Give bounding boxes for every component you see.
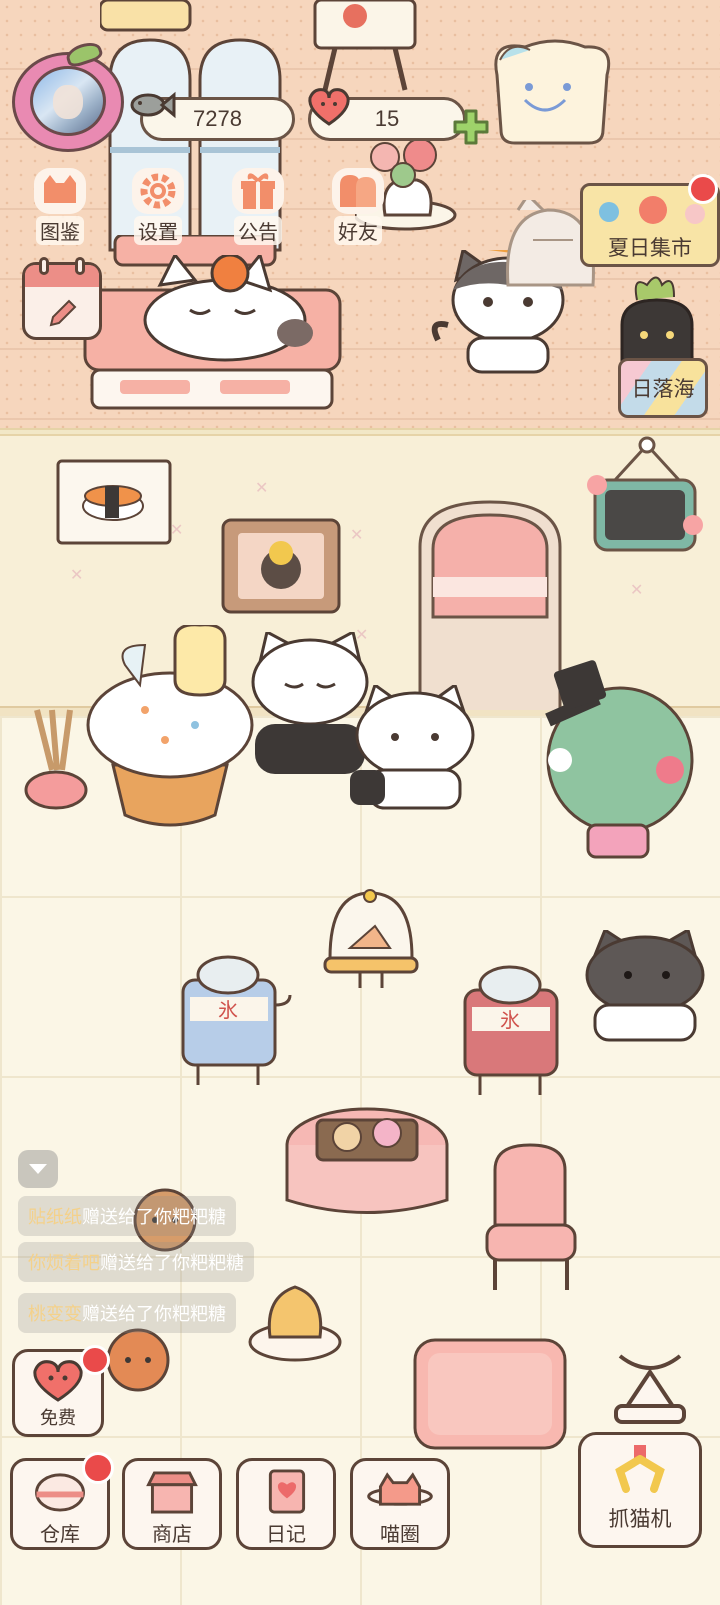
- bunny-chalkboard: [587, 436, 703, 552]
- claw-machine-top: [614, 1354, 686, 1424]
- svg-text:氷: 氷: [500, 1009, 520, 1032]
- bear-portrait: [221, 518, 341, 614]
- calendar-ring: [75, 257, 85, 275]
- catalog-button[interactable]: 图鉴: [20, 168, 100, 248]
- sparkle-decoration: ✕: [255, 478, 269, 497]
- parfait-cup: [248, 1285, 342, 1362]
- notification-badge: [688, 174, 718, 204]
- cat-circle-label: 喵圈: [380, 1524, 420, 1546]
- chat-message: 桃变变 赠送给了你粑粑糖: [18, 1293, 236, 1333]
- chat-text: 赠送给了你粑粑糖: [82, 1207, 226, 1227]
- pencil-icon: [49, 299, 77, 327]
- ice-machine-red: 氷: [463, 965, 559, 1095]
- sunset-sea-label: 日落海: [631, 378, 695, 401]
- chat-sender: 贴纸纸: [28, 1207, 82, 1227]
- pink-chair: [485, 1143, 577, 1290]
- chat-message: 你烦着吧 赠送给了你粑粑糖: [18, 1242, 254, 1282]
- notification-badge: [82, 1452, 114, 1484]
- cat-book-icon: [34, 168, 86, 214]
- friends-label: 好友: [334, 216, 382, 245]
- fish-icon: [130, 91, 176, 119]
- claw-machine-label: 抓猫机: [608, 1508, 672, 1531]
- sunset-sea-sign[interactable]: 日落海: [618, 358, 708, 418]
- settings-button[interactable]: 设置: [118, 168, 198, 248]
- chat-text: 赠送给了你粑粑糖: [100, 1253, 244, 1273]
- announcement-button[interactable]: 公告: [218, 168, 298, 248]
- pencil-pot: [24, 709, 88, 810]
- summer-market-label: 夏日集市: [608, 237, 692, 260]
- sparkle-decoration: ✕: [350, 525, 364, 544]
- chat-sender: 桃变变: [28, 1304, 82, 1324]
- svg-text:氷: 氷: [218, 999, 238, 1022]
- dark-cat-lying: [585, 930, 705, 1042]
- pink-rug: [413, 1338, 567, 1450]
- diary-label: 日记: [266, 1524, 306, 1546]
- warehouse-label: 仓库: [40, 1524, 80, 1546]
- settings-label: 设置: [134, 216, 182, 245]
- ice-machine-blue: 氷: [181, 955, 292, 1085]
- diary-button[interactable]: 日记: [236, 1458, 336, 1550]
- sparkle-decoration: ✕: [70, 565, 84, 584]
- announcement-label: 公告: [234, 216, 282, 245]
- calendar-button[interactable]: [22, 257, 102, 340]
- catalog-label: 图鉴: [36, 216, 84, 245]
- shop-label: 商店: [152, 1524, 192, 1546]
- white-cat-sitting: [350, 685, 475, 810]
- heart-icon: [308, 88, 350, 126]
- gear-icon: [132, 168, 184, 214]
- gift-icon: [232, 168, 284, 214]
- add-hearts-button[interactable]: [452, 108, 490, 146]
- sparkle-decoration: ✕: [630, 580, 644, 599]
- notification-badge: [80, 1345, 110, 1375]
- cat-planet-icon: [367, 1472, 433, 1506]
- shop-button[interactable]: 商店: [122, 1458, 222, 1550]
- friends-button[interactable]: 好友: [318, 168, 398, 248]
- diary-icon: [268, 1469, 306, 1514]
- avatar-image: [30, 66, 106, 136]
- fish-count: 7278: [193, 106, 242, 131]
- heart-count: 15: [374, 106, 400, 131]
- easel-painting: [313, 0, 417, 91]
- shop-icon: [146, 1471, 198, 1514]
- pineapple-cat: [620, 276, 694, 367]
- chat-sender: 你烦着吧: [28, 1253, 100, 1273]
- sushi-poster: [56, 459, 172, 545]
- chat-message: 贴纸纸 赠送给了你粑粑糖: [18, 1196, 236, 1236]
- cake-dome: [323, 889, 419, 988]
- free-label: 免费: [40, 1408, 76, 1428]
- tophat-plant: [545, 660, 694, 859]
- donut-table: [285, 1107, 449, 1214]
- player-avatar[interactable]: [12, 38, 124, 152]
- calendar-ring: [39, 257, 49, 275]
- toast-cushion: [494, 39, 611, 145]
- chat-toggle-button[interactable]: [18, 1150, 58, 1188]
- calendar-header: [25, 265, 99, 287]
- chat-text: 赠送给了你粑粑糖: [82, 1304, 226, 1324]
- sleeping-cat: [143, 255, 313, 362]
- cupcake-table: [86, 625, 254, 827]
- claw-icon: [615, 1445, 665, 1493]
- cat-circle-button[interactable]: 喵圈: [350, 1458, 450, 1550]
- bowl-icon: [35, 1473, 85, 1512]
- claw-machine-button[interactable]: 抓猫机: [578, 1432, 702, 1548]
- heart-face-icon: [33, 1360, 83, 1402]
- chevron-down-icon: [29, 1164, 47, 1174]
- friends-icon: [332, 168, 384, 214]
